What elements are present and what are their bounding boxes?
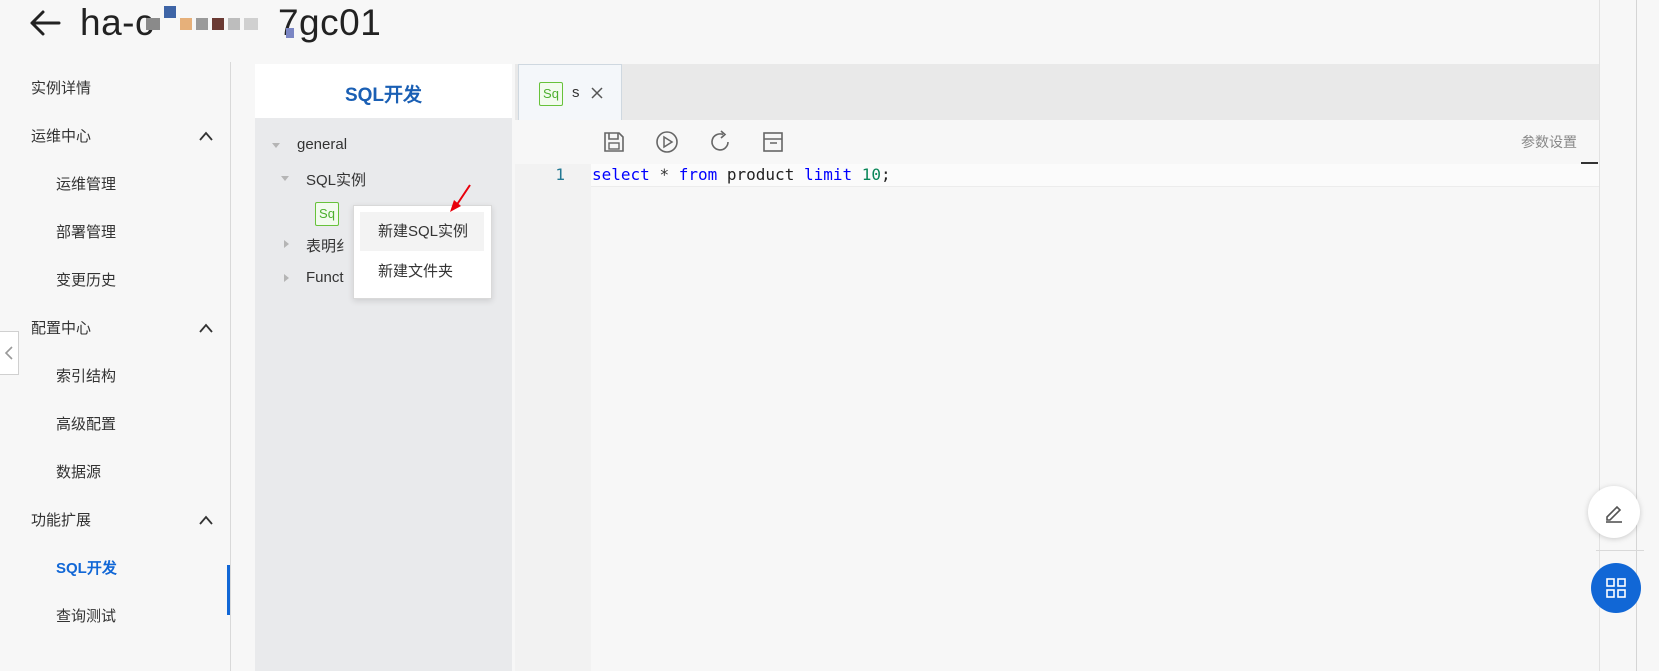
redacted-block bbox=[138, 6, 294, 38]
apps-fab-button[interactable] bbox=[1591, 563, 1641, 613]
caret-right-icon[interactable] bbox=[284, 240, 289, 248]
editor-tab-bar bbox=[515, 64, 1599, 120]
chevron-left-icon bbox=[4, 346, 13, 360]
code-keyword: from bbox=[678, 165, 718, 184]
fab-divider bbox=[1596, 550, 1644, 551]
nav-advanced-config[interactable]: 高级配置 bbox=[56, 414, 116, 436]
nav-config-center[interactable]: 配置中心 bbox=[31, 318, 91, 340]
code-editor[interactable] bbox=[591, 164, 1599, 671]
nav-index-structure[interactable]: 索引结构 bbox=[56, 366, 116, 388]
format-icon[interactable] bbox=[759, 128, 787, 156]
tree-node-tables[interactable]: 表明纟 bbox=[306, 235, 351, 256]
nav-deploy-manage[interactable]: 部署管理 bbox=[56, 222, 116, 244]
nav-sql-dev[interactable]: SQL开发 bbox=[56, 558, 117, 580]
code-number: 10 bbox=[861, 165, 882, 184]
params-settings-link[interactable]: 参数设置 bbox=[1521, 132, 1577, 152]
nav-ops-center[interactable]: 运维中心 bbox=[31, 126, 91, 148]
tree-panel-title: SQL开发 bbox=[344, 85, 423, 106]
caret-down-icon[interactable] bbox=[281, 176, 289, 181]
code-line[interactable]: select * from product limit 10; bbox=[592, 164, 891, 186]
collapse-sidebar-button[interactable] bbox=[0, 331, 19, 375]
code-operator: * bbox=[659, 165, 670, 184]
tree-node-sql-instances[interactable]: SQL实例 bbox=[306, 169, 366, 190]
nav-ops-manage[interactable]: 运维管理 bbox=[56, 174, 116, 196]
code-keyword: limit bbox=[803, 165, 853, 184]
tree-panel-header: SQL开发 bbox=[255, 64, 512, 118]
nav-query-test[interactable]: 查询测试 bbox=[56, 606, 116, 628]
editor-gutter bbox=[515, 164, 591, 671]
page-scrollbar[interactable] bbox=[1636, 0, 1637, 671]
left-nav: 实例详情 运维中心 运维管理 部署管理 变更历史 配置中心 索引结构 高级配置 … bbox=[0, 62, 231, 671]
save-icon[interactable] bbox=[600, 128, 628, 156]
editor-scrollbar-marker[interactable] bbox=[1581, 162, 1598, 186]
line-number: 1 bbox=[555, 165, 565, 184]
nav-data-source[interactable]: 数据源 bbox=[56, 462, 101, 484]
context-menu: 新建SQL实例 新建文件夹 bbox=[353, 205, 492, 299]
refresh-icon[interactable] bbox=[706, 128, 734, 156]
menu-new-folder[interactable]: 新建文件夹 bbox=[360, 252, 484, 291]
editor-tab[interactable]: Sq s bbox=[518, 64, 622, 120]
annotation-arrow-icon bbox=[450, 184, 471, 212]
tree-node-functions[interactable]: Funct bbox=[306, 269, 344, 286]
chevron-up-icon[interactable] bbox=[198, 514, 214, 526]
caret-right-icon[interactable] bbox=[284, 274, 289, 282]
nav-extensions[interactable]: 功能扩展 bbox=[31, 510, 91, 532]
nav-instance-detail[interactable]: 实例详情 bbox=[31, 78, 91, 100]
grid-icon bbox=[1606, 578, 1626, 598]
nav-change-history[interactable]: 变更历史 bbox=[56, 270, 116, 292]
chevron-up-icon[interactable] bbox=[198, 130, 214, 142]
chevron-up-icon[interactable] bbox=[198, 322, 214, 334]
editor-toolbar: 参数设置 bbox=[515, 120, 1599, 164]
code-terminator: ; bbox=[881, 165, 891, 184]
close-icon[interactable] bbox=[591, 87, 603, 99]
code-keyword: select bbox=[592, 165, 650, 184]
back-arrow-icon[interactable] bbox=[28, 8, 62, 38]
tree-node-general[interactable]: general bbox=[297, 136, 347, 153]
tab-label: s bbox=[572, 84, 580, 101]
run-icon[interactable] bbox=[653, 128, 681, 156]
menu-new-sql-instance[interactable]: 新建SQL实例 bbox=[360, 212, 484, 251]
active-indicator bbox=[227, 565, 230, 615]
pencil-icon bbox=[1606, 505, 1622, 523]
sql-file-icon[interactable]: Sq bbox=[315, 202, 339, 226]
edit-fab-button[interactable] bbox=[1588, 486, 1640, 538]
caret-down-icon[interactable] bbox=[272, 143, 280, 148]
code-identifier: product bbox=[726, 165, 795, 184]
sql-file-icon: Sq bbox=[539, 82, 563, 106]
